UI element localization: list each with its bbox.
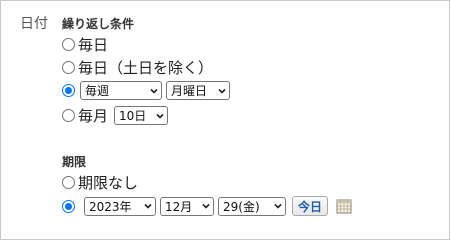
period-option-none[interactable]: 期限なし <box>62 172 138 193</box>
chevron-down-icon <box>218 88 226 94</box>
no-deadline-label: 期限なし <box>78 174 139 192</box>
chevron-down-icon <box>150 88 158 94</box>
month-select[interactable]: 12月 <box>160 196 214 216</box>
period-heading: 期限 <box>62 155 87 169</box>
day-select-value: 29(金) <box>223 199 260 214</box>
calendar-icon[interactable] <box>336 198 352 214</box>
radio-weekdays[interactable] <box>62 61 75 74</box>
chevron-down-icon <box>156 113 164 119</box>
date-field-label: 日付 <box>20 16 48 32</box>
chevron-down-icon <box>202 203 210 209</box>
chevron-down-icon <box>144 203 152 209</box>
monthly-day-select[interactable]: 10日 <box>114 106 169 125</box>
frequency-select-value: 毎週 <box>85 84 110 98</box>
year-select-value: 2023年 <box>89 199 132 214</box>
radio-daily[interactable] <box>62 38 75 51</box>
radio-deadline-date[interactable] <box>62 199 75 213</box>
repeat-heading: 繰り返し条件 <box>62 17 135 31</box>
today-button[interactable]: 今日 <box>292 196 329 216</box>
repeat-option-weekly[interactable]: 毎週 月曜日 <box>62 81 230 100</box>
radio-monthly[interactable] <box>62 109 75 122</box>
frequency-select[interactable]: 毎週 <box>80 81 162 100</box>
repeat-option-weekdays[interactable]: 毎日（土日を除く） <box>62 57 213 78</box>
year-select[interactable]: 2023年 <box>84 196 156 216</box>
weekday-select[interactable]: 月曜日 <box>166 81 230 100</box>
period-option-date[interactable]: 2023年 12月 29(金) 今日 <box>62 196 352 216</box>
day-select[interactable]: 29(金) <box>218 196 286 216</box>
weekdays-label: 毎日（土日を除く） <box>78 59 214 77</box>
radio-weekly[interactable] <box>62 84 75 97</box>
daily-label: 毎日 <box>78 36 109 54</box>
chevron-down-icon <box>274 203 282 209</box>
month-select-value: 12月 <box>165 199 193 214</box>
monthly-label: 毎月 <box>78 107 109 125</box>
weekday-select-value: 月曜日 <box>171 84 208 98</box>
monthly-day-value: 10日 <box>119 109 147 123</box>
radio-no-deadline[interactable] <box>62 176 75 189</box>
repeat-option-daily[interactable]: 毎日 <box>62 34 108 55</box>
settings-panel: 日付 繰り返し条件 毎日 毎日（土日を除く） 毎週 月曜日 毎月 10日 期限 … <box>0 0 450 240</box>
repeat-option-monthly[interactable]: 毎月 10日 <box>62 105 169 126</box>
